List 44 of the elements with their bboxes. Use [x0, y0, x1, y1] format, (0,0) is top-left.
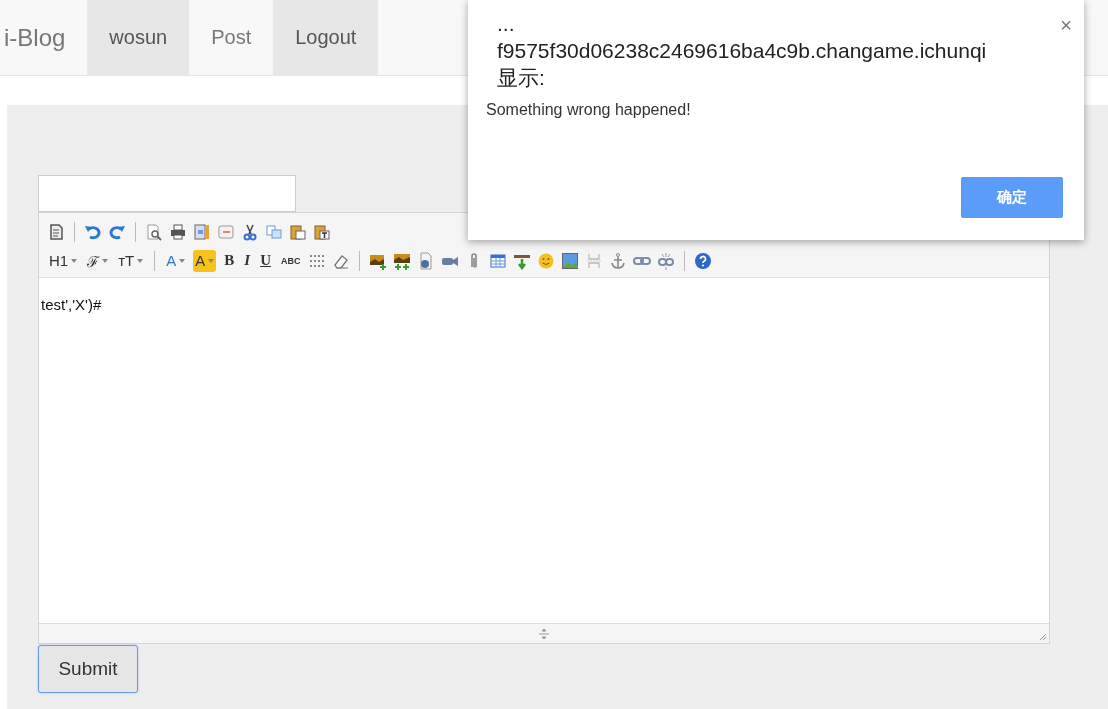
smiley-icon[interactable]	[537, 251, 556, 270]
submit-button[interactable]: Submit	[38, 645, 138, 693]
font-size-dropdown[interactable]: ᴛT	[116, 249, 146, 272]
caret-icon	[71, 258, 78, 263]
printer-icon[interactable]	[169, 222, 187, 241]
editor-text: test','X')#	[41, 296, 102, 313]
landscape-image-icon[interactable]	[561, 251, 580, 270]
title-field[interactable]	[38, 175, 296, 212]
heading-dropdown[interactable]: H1	[47, 249, 80, 272]
code-icon[interactable]	[217, 222, 235, 241]
dialog-origin-text: f9575f30d06238c2469616ba4c9b.changame.ichunqi	[497, 38, 987, 64]
close-button[interactable]: ×	[1060, 14, 1072, 37]
anchor-icon[interactable]	[609, 251, 628, 270]
font-color-dropdown[interactable]: A	[164, 249, 188, 272]
nav-link[interactable]: wosun	[87, 0, 190, 75]
caret-icon	[137, 258, 144, 263]
table-icon[interactable]	[489, 251, 508, 270]
scissors-icon[interactable]	[241, 222, 259, 241]
dialog-message: Something wrong happened!	[486, 101, 692, 119]
underline-button[interactable]: U	[258, 249, 273, 272]
clipboard-icon[interactable]	[289, 222, 307, 241]
preview-icon[interactable]	[145, 222, 163, 241]
resize-handle-icon[interactable]	[538, 627, 550, 640]
dialog-origin-text: ...	[497, 11, 515, 37]
broken-link-icon[interactable]	[657, 251, 676, 270]
copy-icon[interactable]	[265, 222, 283, 241]
highlight-color-dropdown[interactable]: A	[193, 249, 217, 272]
dialog-origin-text: 显示:	[497, 65, 545, 91]
strikethrough-button[interactable]: ABC	[278, 249, 303, 272]
caret-icon	[208, 258, 215, 263]
template-icon[interactable]	[193, 222, 211, 241]
nav-link[interactable]: Logout	[273, 0, 379, 75]
resize-grip-icon[interactable]	[1039, 633, 1047, 641]
font-family-dropdown[interactable]: ℱ	[85, 249, 111, 272]
insert-images-icon[interactable]	[393, 251, 412, 270]
site-brand[interactable]: i-Blog	[0, 0, 88, 75]
caret-icon	[102, 258, 109, 263]
italic-button[interactable]: I	[242, 249, 253, 272]
help-icon[interactable]	[694, 251, 713, 270]
clipboard-text-icon[interactable]	[313, 222, 331, 241]
bold-button[interactable]: B	[222, 249, 237, 272]
caret-icon	[179, 258, 186, 263]
nav-link[interactable]: Post	[189, 0, 274, 75]
document-icon[interactable]	[47, 222, 65, 241]
